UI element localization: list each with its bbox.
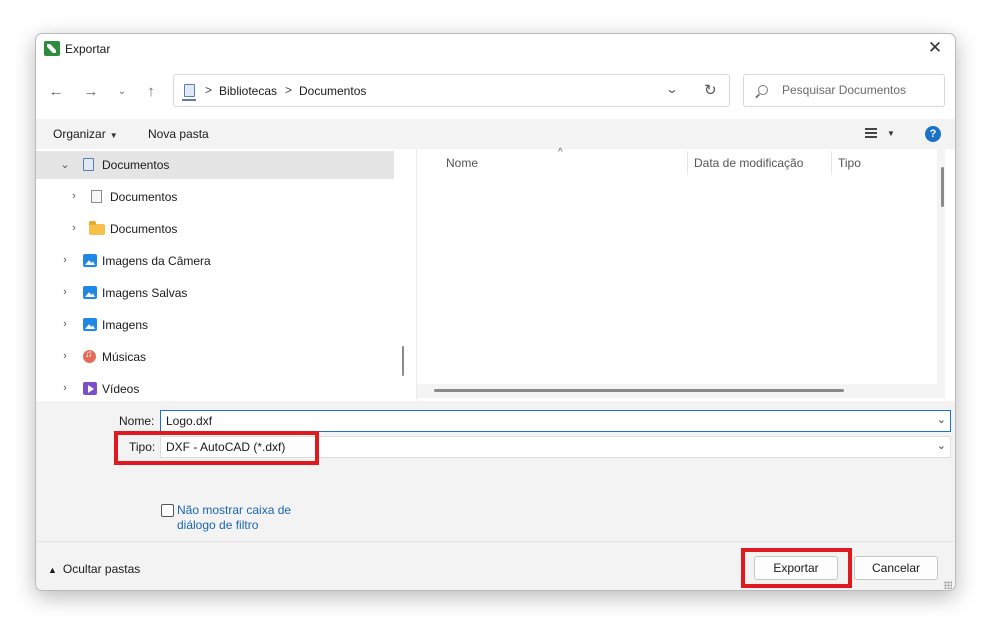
chevron-right-icon[interactable]: › [59,254,71,266]
caret-down-icon: ▼ [109,131,118,140]
column-divider[interactable] [831,151,832,175]
search-icon [758,85,768,95]
arrow-up-icon: ↑ [147,82,155,100]
column-header-type[interactable]: Tipo [838,156,861,170]
tree-item-documentos-sub[interactable]: › Documentos [36,183,394,211]
chevron-right-icon[interactable]: › [59,350,71,362]
document-icon [91,190,102,203]
hide-filter-dialog-checkbox[interactable] [161,504,174,517]
cancel-button[interactable]: Cancelar [854,556,938,580]
new-folder-button[interactable]: Nova pasta [148,127,209,141]
file-name-input[interactable] [166,414,926,428]
resize-grip-icon[interactable] [944,581,952,589]
forward-button[interactable]: → [80,80,102,102]
image-icon [83,286,97,299]
folder-icon [89,221,105,235]
arrow-left-icon: ← [48,82,64,100]
organize-menu-button[interactable]: Organizar ▼ [53,127,118,141]
file-name-field[interactable]: ⌄ [160,410,951,432]
dialog-footer: ▲ Ocultar pastas Exportar Cancelar [36,541,955,590]
title-bar: Exportar ✕ [36,34,955,64]
tree-item-label: Imagens [102,318,149,332]
view-options-icon[interactable] [865,128,877,138]
music-icon [83,349,96,363]
chevron-right-icon[interactable]: › [68,222,80,234]
chevron-down-icon[interactable]: ⌄ [59,158,71,171]
tree-item-musicas[interactable]: › Músicas [36,343,394,371]
help-button[interactable]: ? [925,126,941,142]
hide-folders-label: Ocultar pastas [62,562,141,576]
column-divider[interactable] [687,151,688,175]
file-list-vertical-scrollbar[interactable] [941,167,944,207]
command-toolbar: Organizar ▼ Nova pasta ▼ ? [36,119,955,149]
image-icon [83,318,97,331]
tree-item-label: Documentos [110,222,178,236]
image-icon [83,254,97,267]
recent-locations-button[interactable]: ⌄ [111,80,133,102]
navigation-pane: ⌄ Documentos › Documentos › Documentos ›… [36,149,408,401]
breadcrumb-separator: > [205,83,213,97]
chevron-right-icon[interactable]: › [68,190,80,202]
video-icon [83,382,97,395]
navigation-row: ← → ⌄ ↑ > Bibliotecas > Documentos ⌄ ↻ [36,74,955,108]
back-button[interactable]: ← [45,80,67,102]
chevron-right-icon[interactable]: › [59,286,71,298]
address-dropdown-button[interactable]: ⌄ [665,82,678,96]
tree-item-videos[interactable]: › Vídeos [36,375,394,401]
tree-item-imagens-camera[interactable]: › Imagens da Câmera [36,247,394,275]
hide-filter-dialog-label[interactable]: Não mostrar caixa de diálogo de filtro [177,503,291,533]
type-highlight-box [114,431,319,465]
navigation-scrollbar[interactable] [402,346,404,376]
chevron-down-icon[interactable]: ⌄ [937,439,946,452]
file-list-horizontal-scrollbar[interactable] [434,389,844,392]
checkbox-label-line2: diálogo de filtro [177,518,259,532]
address-bar[interactable]: > Bibliotecas > Documentos ⌄ ↻ [173,74,730,107]
organize-label: Organizar [53,127,106,141]
library-icon [182,84,196,101]
tree-item-label: Vídeos [102,382,140,396]
caret-up-icon: ▲ [48,565,57,575]
export-dialog: Exportar ✕ ← → ⌄ ↑ > Bibliotecas > Docum… [35,33,956,591]
tree-item-label: Documentos [110,190,178,204]
chevron-right-icon[interactable]: › [59,382,71,394]
tree-item-documentos-folder[interactable]: › Documentos [36,215,394,243]
file-list-horizontal-scrollbar-track [417,384,945,398]
chevron-down-icon: ⌄ [665,82,679,96]
tree-item-label: Imagens da Câmera [102,254,211,268]
name-label: Nome: [119,414,155,428]
tree-item-imagens-salvas[interactable]: › Imagens Salvas [36,279,394,307]
save-form: Nome: ⌄ Tipo: DXF - AutoCAD (*.dxf) ⌄ Nã… [36,401,955,541]
column-header-name[interactable]: Nome [446,156,478,170]
library-documents-icon [83,158,94,171]
file-list-pane: ^ Nome Data de modificação Tipo [416,147,945,401]
app-logo-icon [44,41,60,56]
view-options-caret-icon[interactable]: ▼ [887,129,895,138]
hide-folders-toggle[interactable]: ▲ Ocultar pastas [48,562,140,576]
tree-item-label: Imagens Salvas [102,286,188,300]
sort-ascending-icon: ^ [558,147,563,158]
tree-item-label: Documentos [102,158,170,172]
checkbox-label-line1: Não mostrar caixa de [177,503,292,517]
search-input[interactable] [782,83,942,97]
refresh-button[interactable]: ↻ [704,81,717,99]
close-icon: ✕ [927,38,943,57]
refresh-icon: ↻ [704,82,717,99]
breadcrumb-bibliotecas[interactable]: Bibliotecas [219,84,277,98]
chevron-right-icon[interactable]: › [59,318,71,330]
window-title: Exportar [65,42,111,56]
up-button[interactable]: ↑ [140,80,162,102]
tree-item-documentos-library[interactable]: ⌄ Documentos [36,151,394,179]
close-button[interactable]: ✕ [917,34,953,62]
chevron-down-icon: ⌄ [117,85,127,97]
column-header-date-modified[interactable]: Data de modificação [694,156,803,170]
search-box[interactable] [743,74,945,107]
arrow-right-icon: → [83,82,99,100]
breadcrumb-separator: > [285,83,293,97]
chevron-down-icon[interactable]: ⌄ [937,413,946,426]
breadcrumb-documentos[interactable]: Documentos [299,84,366,98]
tree-item-label: Músicas [102,350,147,364]
tree-item-imagens[interactable]: › Imagens [36,311,394,339]
export-button[interactable]: Exportar [754,556,838,580]
